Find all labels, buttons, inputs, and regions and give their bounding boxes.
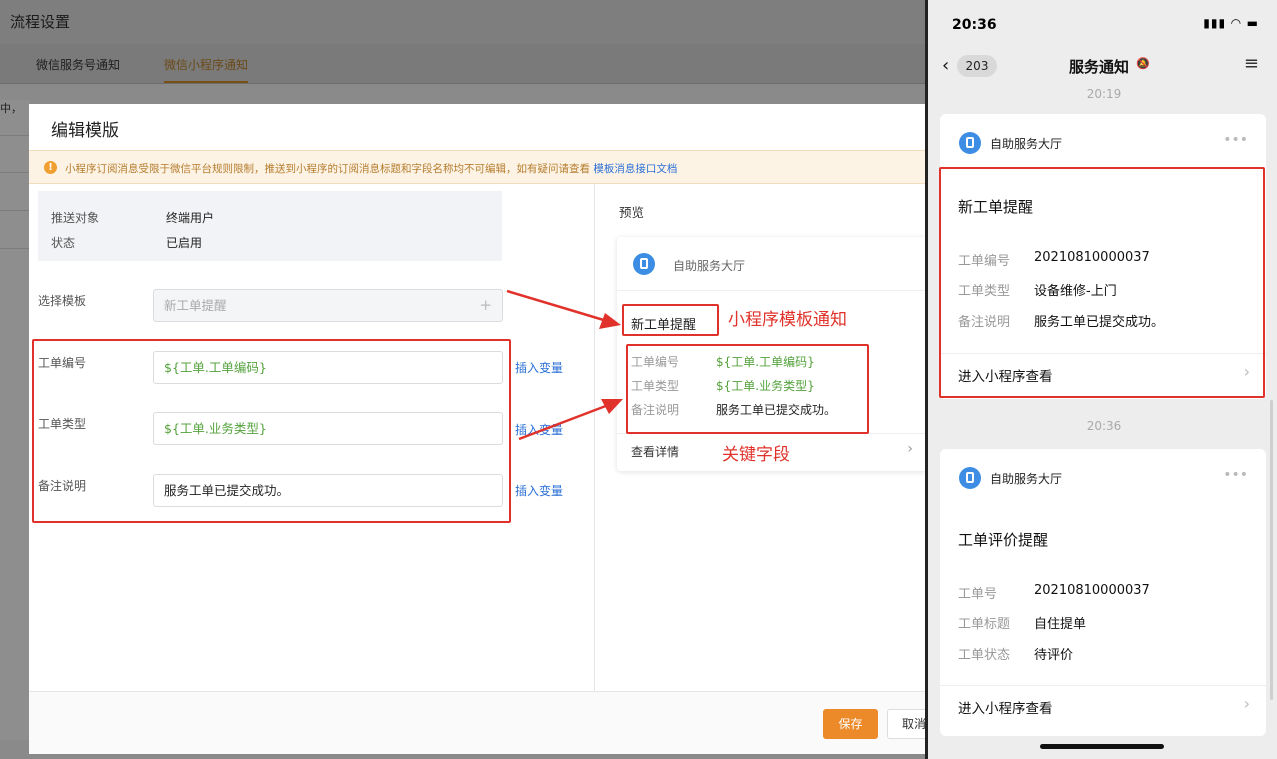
preview-app-name: 自助服务大厅 [673,259,746,273]
chevron-right-icon: › [907,441,913,457]
app-logo-icon [633,253,655,275]
info-value-status: 已启用 [166,236,203,250]
plus-icon[interactable]: + [479,290,492,321]
tab-wechat-service[interactable]: 微信服务号通知 [36,56,120,73]
card-row-value: 自住提单 [1034,617,1087,632]
phone-screenshot: 20:36 ▮▮▮ ◠ ▬ ‹ 203 服务通知 🔕 ≡ 20:19 自助服务大… [925,0,1277,759]
annotation-template-notice: 小程序模板通知 [728,310,847,330]
info-label-target: 推送对象 [51,211,100,225]
app-logo-icon [959,132,981,154]
warning-icon: ! [44,161,57,174]
scrollbar[interactable] [1270,400,1273,700]
card-app-name: 自助服务大厅 [990,137,1063,151]
card-row-label: 工单标题 [958,617,1011,632]
more-icon[interactable]: ••• [1223,467,1248,483]
status-icons: ▮▮▮ ◠ ▬ [1203,16,1259,30]
insert-variable-link-3[interactable]: 插入变量 [515,482,563,499]
modal-footer [29,691,925,754]
background-table [0,100,30,740]
notice-doc-link[interactable]: 模板消息接口文档 [593,163,677,175]
annotation-key-fields: 关键字段 [722,445,790,465]
admin-panel: 流程设置 微信服务号通知 微信小程序通知 中， 编辑模版 ! 小程序订阅消息受限… [0,0,925,759]
info-value-target: 终端用户 [166,211,215,225]
phone-highlight-box [939,167,1265,398]
keyfields-highlight-box [626,344,869,434]
notification-card[interactable]: 自助服务大厅 ••• 工单评价提醒 工单号 20210810000037 工单标… [940,449,1266,736]
back-chevron-icon[interactable]: ‹ [942,55,949,76]
enter-miniprogram-link[interactable]: 进入小程序查看 [958,697,1053,717]
card-row-label: 工单号 [958,587,998,602]
notice-text: 小程序订阅消息受限于微信平台规则限制，推送到小程序的订阅消息标题和字段名称均不可… [65,163,590,175]
card-app-name: 自助服务大厅 [990,472,1063,486]
title-highlight-box [622,304,719,336]
timestamp: 20:36 [1086,419,1122,433]
preview-label: 预览 [619,205,645,220]
timestamp: 20:19 [1086,87,1122,101]
status-time: 20:36 [952,17,997,33]
card-row-value: 待评价 [1034,648,1074,663]
background-hint: 中， [0,102,22,115]
mute-bell-icon: 🔕 [1136,57,1150,70]
modal-title: 编辑模版 [51,121,119,141]
info-box: 推送对象 终端用户 状态 已启用 [38,191,502,261]
info-label-status: 状态 [51,236,76,250]
nav-title: 服务通知 [1069,58,1130,76]
more-icon[interactable]: ••• [1223,132,1248,148]
app-logo-icon [959,467,981,489]
back-unread-badge[interactable]: 203 [957,55,997,77]
card-row-value: 20210810000037 [1034,583,1150,598]
cancel-button[interactable]: 取消 [887,709,925,739]
chevron-right-icon: › [1243,694,1250,713]
save-button[interactable]: 保存 [823,709,878,739]
card-row-label: 工单状态 [958,648,1011,663]
select-template-field[interactable]: 新工单提醒 + [153,289,503,322]
fields-highlight-box [32,339,511,523]
notice-bar: ! 小程序订阅消息受限于微信平台规则限制，推送到小程序的订阅消息标题和字段名称均… [29,150,925,184]
page-title: 流程设置 [0,0,925,44]
card-title: 工单评价提醒 [958,531,1049,549]
home-indicator [1040,744,1164,749]
tab-bar: 微信服务号通知 微信小程序通知 [0,44,925,84]
menu-icon[interactable]: ≡ [1244,53,1259,74]
annotation-arrows [506,289,623,441]
preview-detail-link[interactable]: 查看详情 [631,443,679,460]
edit-template-modal: 编辑模版 ! 小程序订阅消息受限于微信平台规则限制，推送到小程序的订阅消息标题和… [29,104,925,754]
tab-wechat-miniprogram[interactable]: 微信小程序通知 [164,56,249,83]
select-template-label: 选择模板 [38,294,87,308]
